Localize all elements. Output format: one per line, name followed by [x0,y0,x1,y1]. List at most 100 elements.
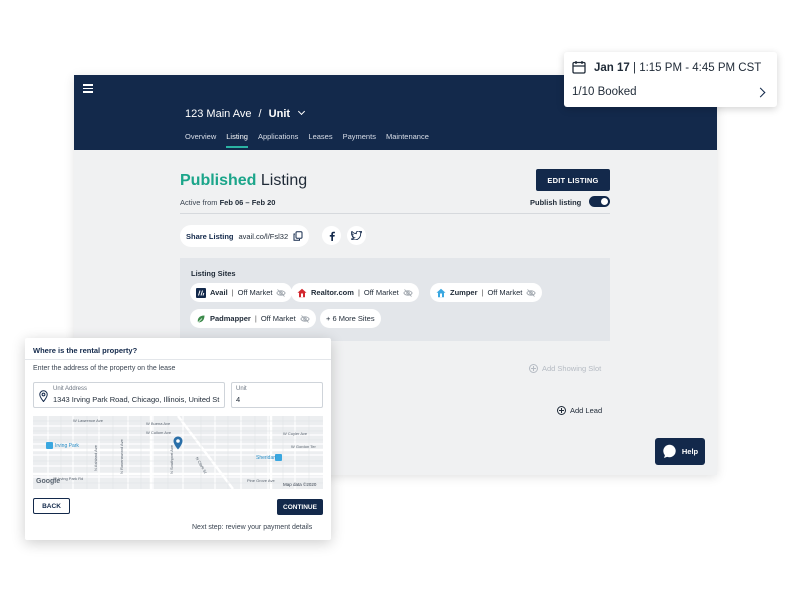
chevron-right-icon[interactable] [755,87,766,98]
dialog-subtitle: Enter the address of the property on the… [33,365,176,372]
avail-logo-icon [196,287,206,298]
site-separator: | [254,314,257,323]
tab-leases[interactable]: Leases [308,132,332,148]
location-pin-icon [39,390,48,402]
copy-icon[interactable] [293,231,303,241]
unit-address-field[interactable]: Unit Address 1343 Irving Park Road, Chic… [33,382,225,408]
booking-date: Jan 17 [594,62,630,74]
plus-circle-icon [529,364,538,373]
eye-off-icon[interactable] [300,314,310,324]
breadcrumb-address[interactable]: 123 Main Ave [185,108,251,120]
map-attribution: Map data ©2020 [283,482,317,487]
unit-label: Unit [236,386,247,392]
facebook-icon[interactable] [322,226,341,245]
map-label: W Cullom Ave [146,430,172,435]
divider [180,213,610,214]
map-label: N Ravenswood Ave [119,439,124,474]
unit-address-label: Unit Address [53,386,88,392]
tab-bar: Overview Listing Applications Leases Pay… [185,132,429,148]
plus-circle-icon [557,406,566,415]
chat-bubble-icon [663,444,676,458]
active-dates: Active from Feb 06 – Feb 20 [180,198,275,207]
eye-off-icon[interactable] [526,288,537,298]
site-separator: | [481,288,484,297]
map-label: W Lawrence Ave [73,418,103,423]
title-rest: Listing [256,172,308,189]
map-label: Pine Grove Ave [247,478,275,483]
padmapper-logo-icon [197,315,205,323]
realtor-logo-icon [297,288,307,297]
chevron-down-icon[interactable] [298,107,306,116]
unit-address-value: 1343 Irving Park Road, Chicago, Illinois… [53,395,220,404]
site-status: Off Market [363,288,399,297]
map-view[interactable]: W Buena Ave W Cullom Ave W Cuyler Ave Ir… [33,416,323,489]
publish-toggle[interactable] [589,196,610,207]
booking-time: | 1:15 PM - 4:45 PM CST [633,62,762,74]
share-label: Share Listing [186,231,234,241]
site-chip-realtor[interactable]: Realtor.com | Off Market [291,283,419,302]
listing-sites-panel: Listing Sites Avail | Off Market Realtor… [180,258,610,341]
hamburger-menu-icon[interactable] [83,84,93,93]
booking-popup[interactable]: Jan 17 | 1:15 PM - 4:45 PM CST 1/10 Book… [564,52,777,107]
listing-sites-title: Listing Sites [191,269,236,278]
share-listing-pill: Share Listing avail.co/l/Fsl32 [180,225,310,247]
title-status: Published [180,172,257,189]
site-chip-avail[interactable]: Avail | Off Market [190,283,293,302]
map-label: W Cuyler Ave [283,431,308,436]
page-title: Published Listing [180,172,307,190]
map-label: N Ashland Ave [93,445,98,471]
site-status: Off Market [260,314,296,323]
more-sites-chip[interactable]: + 6 More Sites [320,309,381,328]
transit-station-icon [275,454,282,461]
map-marker-icon [173,436,183,450]
transit-station-icon [46,442,53,449]
eye-off-icon[interactable] [403,288,413,298]
breadcrumb-unit[interactable]: Unit [269,108,290,120]
booking-datetime: Jan 17 | 1:15 PM - 4:45 PM CST [594,62,761,74]
add-lead-label: Add Lead [570,406,603,415]
tab-listing[interactable]: Listing [226,132,248,148]
active-prefix: Active from [180,198,220,207]
breadcrumb-separator: / [258,108,262,120]
site-name: Realtor.com [311,288,354,297]
site-chip-padmapper[interactable]: Padmapper | Off Market [190,309,316,328]
active-range: Feb 06 – Feb 20 [219,198,276,207]
zumper-logo-icon [436,288,446,297]
edit-listing-button[interactable]: EDIT LISTING [536,169,610,191]
next-step-hint: Next step: review your payment details [192,524,313,531]
calendar-icon [572,61,586,74]
site-status: Off Market [487,288,523,297]
site-name: Zumper [450,288,478,297]
add-showing-slot-button[interactable]: Add Showing Slot [529,364,601,373]
site-name: Padmapper [210,314,251,323]
unit-value: 4 [236,395,241,404]
dialog-title: Where is the rental property? [33,346,138,355]
help-label: Help [681,447,699,456]
add-lead-button[interactable]: Add Lead [557,406,602,415]
breadcrumb: 123 Main Ave / Unit [185,107,306,120]
tab-maintenance[interactable]: Maintenance [386,132,429,148]
tab-applications[interactable]: Applications [258,132,298,148]
map-label: W Buena Ave [146,421,171,426]
back-button[interactable]: BACK [33,498,70,514]
site-status: Off Market [237,288,273,297]
eye-off-icon[interactable] [276,288,287,298]
twitter-icon[interactable] [347,226,366,245]
site-name: Avail [210,288,228,297]
map-label: Sheridan [256,455,277,461]
tab-overview[interactable]: Overview [185,132,216,148]
unit-field[interactable]: Unit 4 [231,382,323,408]
property-address-dialog: Where is the rental property? Enter the … [25,338,331,540]
help-button[interactable]: Help [655,438,705,465]
share-url[interactable]: avail.co/l/Fsl32 [239,232,289,241]
site-chip-zumper[interactable]: Zumper | Off Market [430,283,543,302]
add-showing-label: Add Showing Slot [542,364,602,373]
publish-listing-label: Publish listing [530,198,582,207]
site-separator: | [357,288,360,297]
booking-count: 1/10 Booked [572,86,637,98]
tab-payments[interactable]: Payments [343,132,376,148]
dialog-divider [25,359,331,360]
continue-button[interactable]: CONTINUE [277,499,323,515]
map-label: Irving Park [55,443,79,449]
map-label: W Gordon Ter [291,444,316,449]
